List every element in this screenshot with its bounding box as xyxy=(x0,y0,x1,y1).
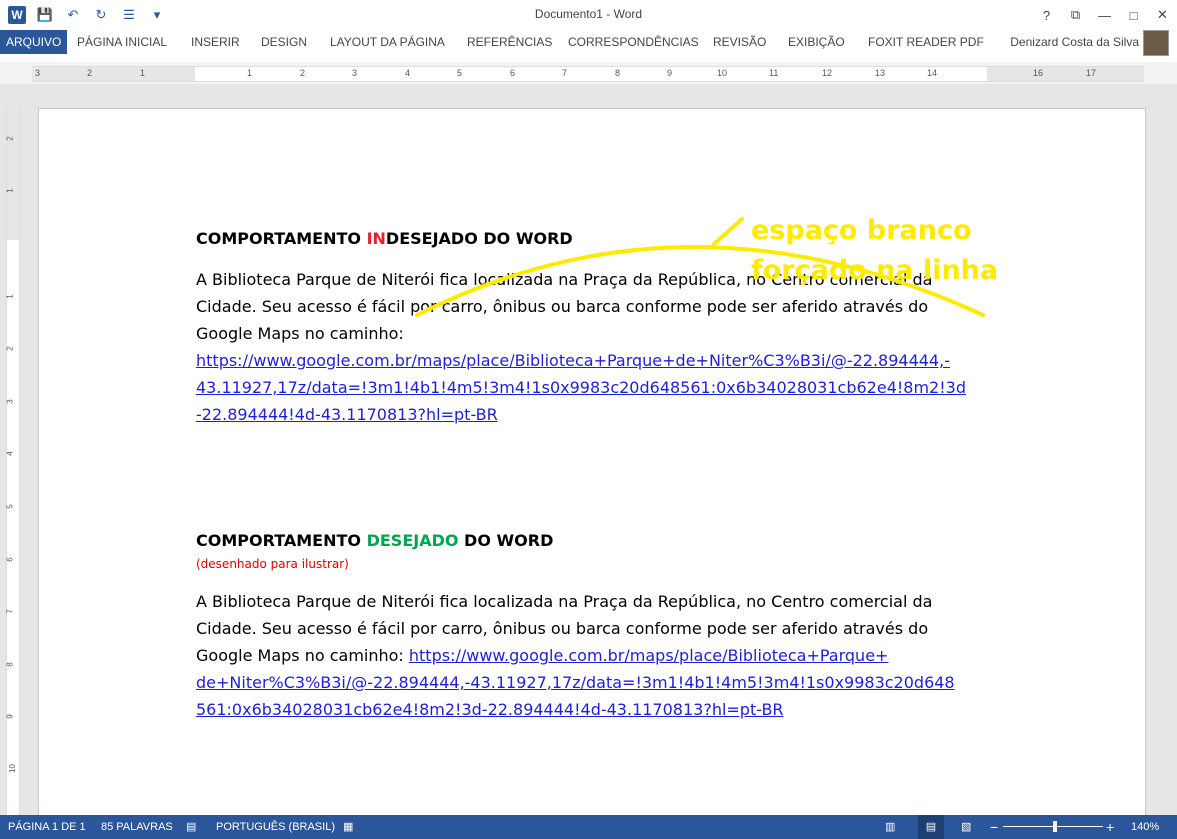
ruler-number: 11 xyxy=(769,68,779,78)
word-count[interactable]: 85 PALAVRAS xyxy=(101,815,173,839)
ruler-number: 4 xyxy=(405,68,411,78)
vruler-number: 5 xyxy=(5,504,15,509)
ruler-band: 3 2 1 1 2 3 4 5 6 7 8 9 10 11 12 13 14 1… xyxy=(32,66,1144,82)
close-button[interactable]: ✕ xyxy=(1148,0,1177,30)
ruler-number: 7 xyxy=(562,68,568,78)
vruler-number: 7 xyxy=(5,609,15,614)
web-layout-icon[interactable]: ▧ xyxy=(961,815,971,839)
ruler-number: 16 xyxy=(1033,68,1044,78)
tab-referencias[interactable]: REFERÊNCIAS xyxy=(467,30,552,54)
horizontal-ruler[interactable]: 3 2 1 1 2 3 4 5 6 7 8 9 10 11 12 13 14 1… xyxy=(0,62,1177,84)
minimize-button[interactable]: — xyxy=(1090,0,1119,30)
ruler-number: 5 xyxy=(457,68,463,78)
vruler-number: 2 xyxy=(5,346,15,351)
tab-correspondencias[interactable]: CORRESPONDÊNCIAS xyxy=(568,30,699,54)
ruler-number: 2 xyxy=(300,68,306,78)
read-mode-icon[interactable]: ▥ xyxy=(885,815,895,839)
vruler-number: 10 xyxy=(7,764,17,773)
document-page[interactable]: COMPORTAMENTO INDESEJADO DO WORD A Bibli… xyxy=(38,108,1146,815)
ruler-number: 10 xyxy=(717,68,728,78)
language-indicator[interactable]: PORTUGUÊS (BRASIL) xyxy=(216,815,335,839)
macro-icon[interactable]: ▦ xyxy=(343,815,353,839)
ruler-number: 8 xyxy=(615,68,621,78)
ribbon-tabs: ARQUIVO PÁGINA INICIAL INSERIR DESIGN LA… xyxy=(0,30,1177,54)
vruler-number: 1 xyxy=(5,188,15,193)
annotation-line2: forçado na linha xyxy=(751,255,999,286)
ruler-number: 1 xyxy=(247,68,253,78)
vruler-number: 4 xyxy=(5,451,15,456)
zoom-in-button[interactable]: + xyxy=(1106,815,1114,839)
ruler-number: 17 xyxy=(1086,68,1097,78)
ruler-number: 12 xyxy=(822,68,833,78)
ruler-number: 3 xyxy=(352,68,358,78)
tab-exibicao[interactable]: EXIBIÇÃO xyxy=(788,30,845,54)
tab-layout-da-pagina[interactable]: LAYOUT DA PÁGINA xyxy=(330,30,445,54)
vruler-number: 1 xyxy=(5,294,15,299)
ruler-right-margin xyxy=(987,67,1144,81)
avatar[interactable] xyxy=(1143,30,1169,56)
tab-design[interactable]: DESIGN xyxy=(261,30,307,54)
vruler-number: 8 xyxy=(5,662,15,667)
page-count[interactable]: PÁGINA 1 DE 1 xyxy=(8,815,86,839)
zoom-out-button[interactable]: − xyxy=(990,815,998,839)
tab-revisao[interactable]: REVISÃO xyxy=(713,30,766,54)
help-button[interactable]: ? xyxy=(1032,0,1061,30)
tab-inserir[interactable]: INSERIR xyxy=(191,30,240,54)
window-title: Documento1 - Word xyxy=(534,7,643,21)
ruler-left-margin xyxy=(32,67,195,81)
print-layout-icon[interactable]: ▤ xyxy=(918,815,944,839)
user-account-name[interactable]: Denizard Costa da Silva xyxy=(1010,30,1139,54)
title-bar: W 💾 ↶ ↻ ☰ ▾ Documento1 - Word ? ⧉ — □ ✕ xyxy=(0,0,1177,30)
ruler-number: 13 xyxy=(875,68,886,78)
vruler-number: 2 xyxy=(5,136,15,141)
zoom-slider-thumb[interactable] xyxy=(1053,821,1057,832)
annotation-text: espaço branco forçado na linha xyxy=(751,211,998,291)
vruler-number: 3 xyxy=(5,399,15,404)
tab-arquivo[interactable]: ARQUIVO xyxy=(0,30,68,54)
tab-pagina-inicial[interactable]: PÁGINA INICIAL xyxy=(77,30,167,54)
maximize-button[interactable]: □ xyxy=(1119,0,1148,30)
proofing-icon[interactable]: ▤ xyxy=(186,815,196,839)
ruler-number: 6 xyxy=(510,68,516,78)
vruler-number: 9 xyxy=(5,714,15,719)
zoom-level[interactable]: 140% xyxy=(1131,815,1159,839)
ruler-number: 3 xyxy=(35,68,41,78)
ruler-number: 2 xyxy=(87,68,93,78)
ribbon-display-options-button[interactable]: ⧉ xyxy=(1061,0,1090,30)
annotation-line1: espaço branco xyxy=(751,215,972,246)
ruler-number: 14 xyxy=(927,68,938,78)
window-controls: ? ⧉ — □ ✕ xyxy=(1032,0,1177,30)
vertical-ruler[interactable]: 2 1 1 2 3 4 5 6 7 8 9 10 xyxy=(6,106,20,815)
vertical-ruler-top-margin xyxy=(7,106,19,240)
vruler-number: 6 xyxy=(5,557,15,562)
ruler-number: 1 xyxy=(140,68,146,78)
status-bar: PÁGINA 1 DE 1 85 PALAVRAS ▤ PORTUGUÊS (B… xyxy=(0,815,1177,839)
ruler-number: 9 xyxy=(667,68,673,78)
document-workspace: 2 1 1 2 3 4 5 6 7 8 9 10 COMPORTAMENTO I… xyxy=(0,84,1177,815)
tab-foxit-reader-pdf[interactable]: FOXIT READER PDF xyxy=(868,30,984,54)
